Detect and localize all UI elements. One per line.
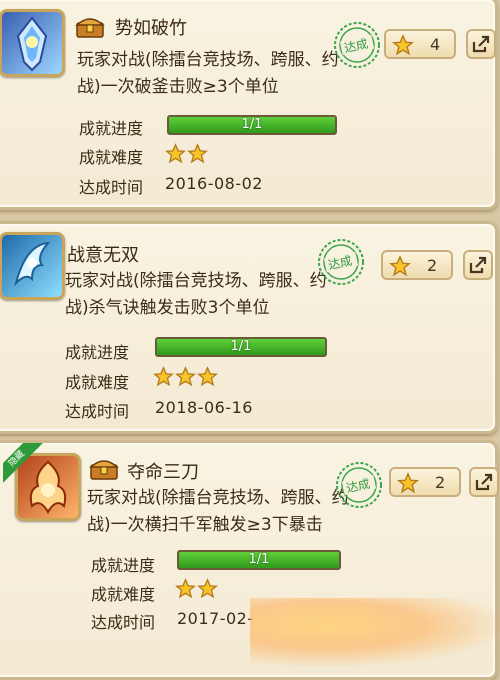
star-icon	[153, 366, 174, 387]
progress-bar: 1/1	[155, 337, 327, 357]
reward-points: 4	[384, 29, 456, 59]
star-icon	[175, 366, 196, 387]
reward-count: 2	[435, 473, 446, 492]
achievement-title: 势如破竹	[115, 18, 187, 39]
achievement-description-line2: 战)一次横扫千军触发≥3下暴击	[87, 515, 323, 535]
achievement-icon	[0, 9, 65, 77]
completion-date: 2017-02-	[177, 609, 254, 628]
reward-points: 2	[389, 467, 461, 497]
achievement-card: 战意无双 玩家对战(除擂台竞技场、跨服、约 战)杀气诀触发击败3个单位 成就进度…	[0, 221, 498, 434]
star-icon	[187, 143, 208, 164]
difficulty-label: 成就难度	[65, 373, 130, 392]
share-button[interactable]	[469, 467, 499, 497]
achievement-title: 战意无双	[67, 245, 139, 266]
progress-text: 1/1	[230, 339, 252, 354]
date-label: 达成时间	[79, 178, 144, 197]
achievement-description-line2: 战)一次破釜击败≥3个单位	[77, 77, 279, 97]
progress-label: 成就进度	[65, 343, 130, 362]
watermark-glow	[250, 598, 500, 666]
share-button[interactable]	[463, 250, 493, 280]
date-label: 达成时间	[91, 613, 156, 632]
achievement-card: 势如破竹 玩家对战(除擂台竞技场、跨服、约 战)一次破釜击败≥3个单位 成就进度…	[0, 0, 498, 210]
progress-label: 成就进度	[91, 556, 156, 575]
reward-count: 4	[430, 35, 441, 54]
treasure-chest-icon	[75, 18, 105, 38]
difficulty-stars	[175, 578, 218, 599]
completion-date: 2016-08-02	[165, 174, 263, 193]
star-icon	[197, 366, 218, 387]
difficulty-label: 成就难度	[91, 585, 156, 604]
difficulty-stars	[165, 143, 208, 164]
share-button[interactable]	[466, 29, 496, 59]
difficulty-stars	[153, 366, 218, 387]
star-icon	[397, 472, 419, 494]
star-icon	[389, 255, 411, 277]
progress-text: 1/1	[241, 117, 263, 132]
share-icon	[469, 256, 487, 274]
date-label: 达成时间	[65, 402, 130, 421]
star-icon	[392, 34, 414, 56]
progress-text: 1/1	[248, 552, 270, 567]
achievement-title: 夺命三刀	[127, 462, 199, 483]
achievement-description-line2: 战)杀气诀触发击败3个单位	[65, 298, 270, 318]
progress-bar: 1/1	[167, 115, 337, 135]
reward-count: 2	[427, 256, 438, 275]
star-icon	[175, 578, 196, 599]
reward-points: 2	[381, 250, 453, 280]
star-icon	[197, 578, 218, 599]
progress-label: 成就进度	[79, 119, 144, 138]
share-icon	[472, 35, 490, 53]
hidden-ribbon: 隐藏	[3, 443, 43, 483]
hidden-ribbon-text: 隐藏	[3, 443, 43, 483]
share-icon	[475, 473, 493, 491]
difficulty-label: 成就难度	[79, 148, 144, 167]
star-icon	[165, 143, 186, 164]
completion-date: 2018-06-16	[155, 398, 253, 417]
progress-bar: 1/1	[177, 550, 341, 570]
achievement-icon	[0, 232, 65, 300]
treasure-chest-icon	[89, 460, 119, 480]
